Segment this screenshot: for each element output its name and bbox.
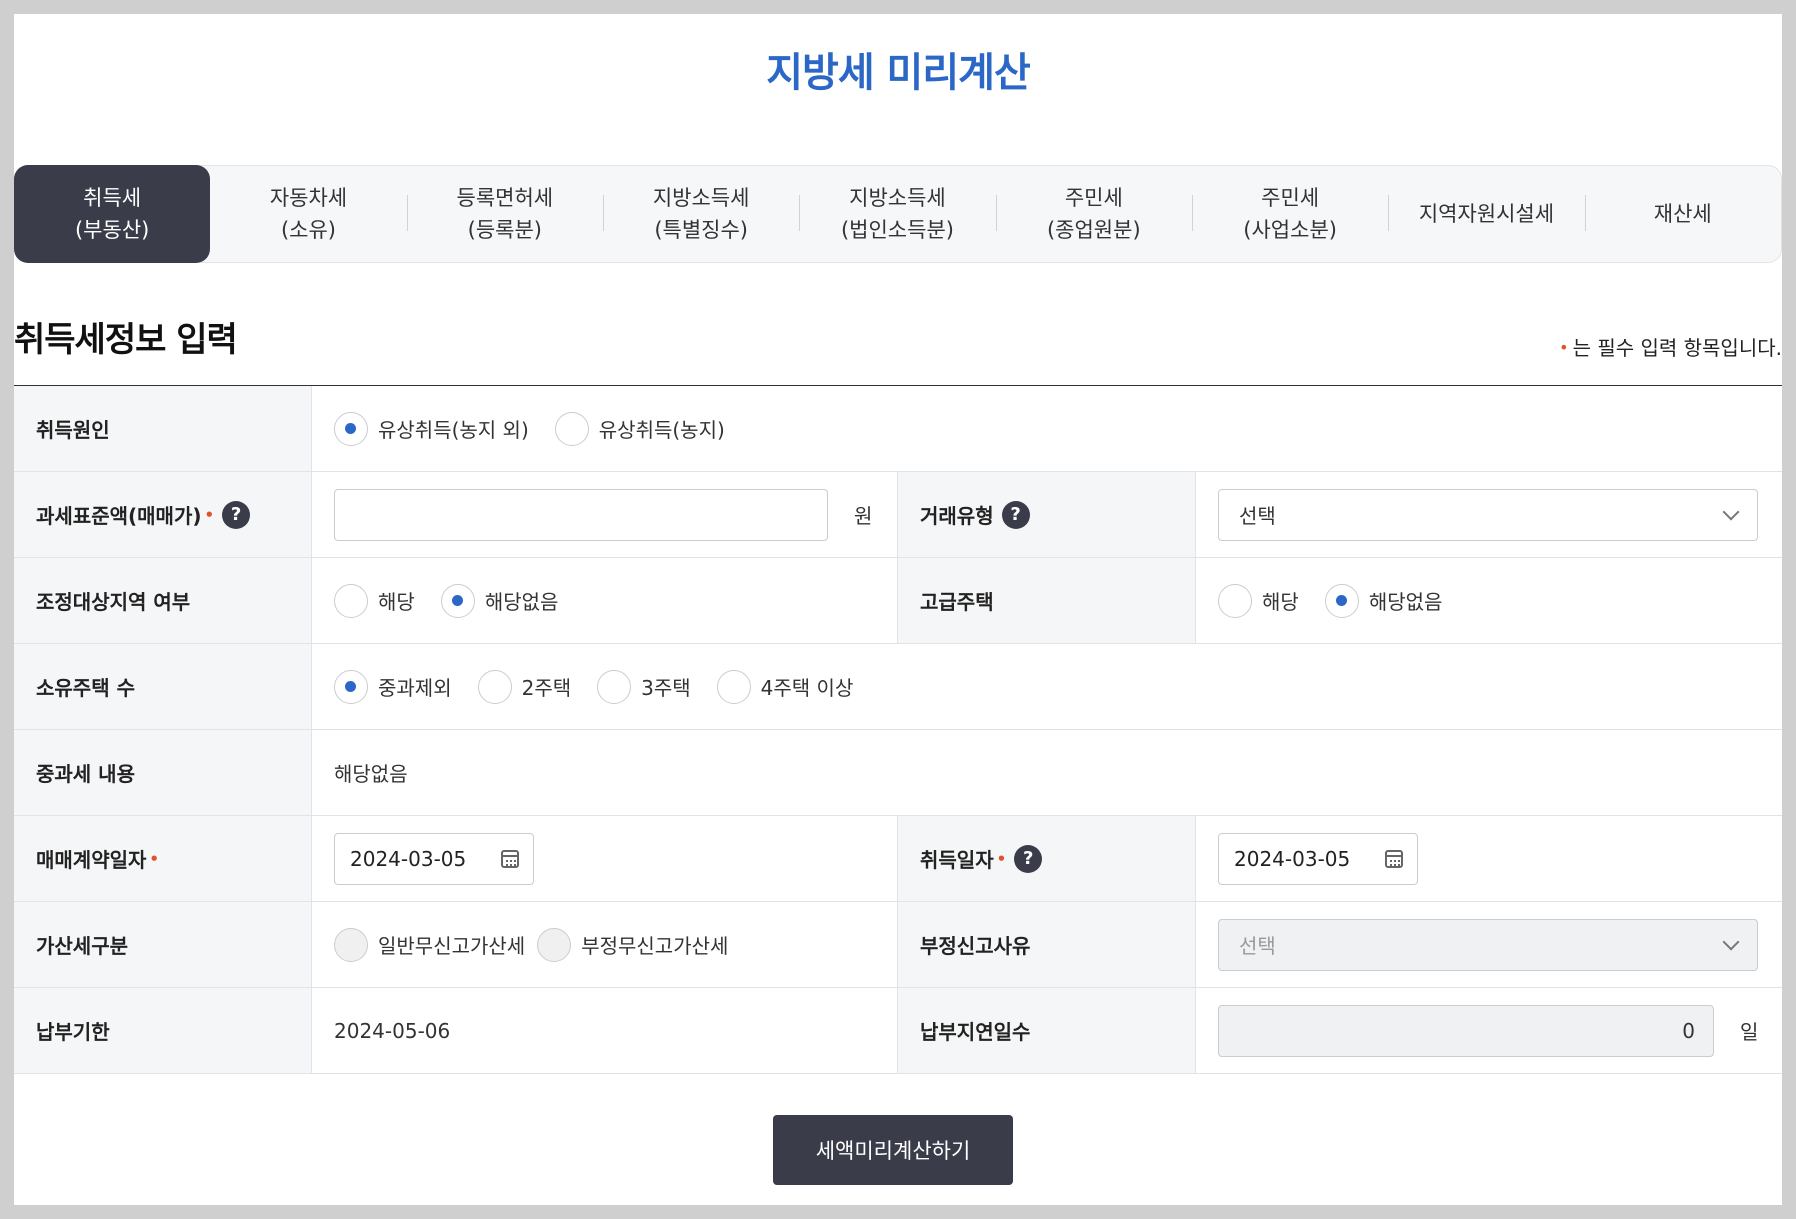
radio-circle: [334, 583, 368, 618]
radio-circle: [554, 411, 589, 446]
field-label: 조정대상지역 여부: [14, 558, 312, 643]
tab-resident-tax-business[interactable]: 주민세 (사업소분): [1191, 166, 1388, 262]
field-label: 취득원인: [14, 386, 312, 471]
form-row: 소유주택 수 중과제외 2주택 3주택 4주택 이상: [14, 644, 1782, 730]
field-label: 납부기한: [14, 988, 312, 1073]
heavy-tax-value: 해당없음: [334, 762, 408, 786]
radio-house-3[interactable]: 3주택: [597, 669, 691, 704]
form-row: 중과세 내용 해당없음: [14, 730, 1782, 816]
field-label: 고급주택: [898, 558, 1196, 643]
chevron-down-icon: [1722, 503, 1740, 520]
delay-days-input[interactable]: 0: [1218, 1004, 1714, 1057]
delay-days-cell: 0 일: [1196, 988, 1782, 1073]
field-label: 납부지연일수: [898, 988, 1196, 1073]
tab-local-income-tax-corporate[interactable]: 지방소득세 (법인소득분): [799, 166, 995, 262]
tab-acquisition-tax[interactable]: 취득세 (부동산): [14, 165, 211, 263]
tab-registration-license-tax[interactable]: 등록면허세 (등록분): [406, 166, 603, 262]
form-row: 납부기한 2024-05-06 납부지연일수 0 일: [14, 988, 1782, 1074]
field-label: 취득일자 •?: [898, 816, 1196, 901]
radio-circle: [477, 669, 512, 704]
radio-adjust-area-yes[interactable]: 해당: [334, 583, 415, 618]
field-label: 소유주택 수: [14, 644, 312, 729]
form-row: 조정대상지역 여부 해당 해당없음 고급주택 해당 해당없음: [14, 558, 1782, 644]
tax-base-cell: 원: [312, 472, 898, 557]
required-dot: •: [996, 849, 1007, 868]
help-icon[interactable]: ?: [222, 500, 251, 529]
radio-fraud-penalty[interactable]: 부정무신고가산세: [537, 927, 728, 962]
fraud-reason-select[interactable]: 선택: [1218, 918, 1758, 971]
radio-circle: [440, 583, 475, 618]
calendar-icon[interactable]: [1385, 849, 1403, 868]
house-count-options: 중과제외 2주택 3주택 4주택 이상: [312, 644, 1782, 729]
tab-vehicle-tax[interactable]: 자동차세 (소유): [210, 166, 406, 262]
field-label: 과세표준액(매매가) •?: [14, 472, 312, 557]
radio-circle: [1324, 583, 1359, 618]
form-row: 취득원인 유상취득(농지 외) 유상취득(농지): [14, 386, 1782, 472]
acq-date-input[interactable]: 2024-03-05: [1218, 832, 1418, 885]
field-label: 매매계약일자 •: [14, 816, 312, 901]
penalty-type-options: 일반무신고가산세 부정무신고가산세: [312, 902, 898, 987]
unit-label: 일: [1740, 1020, 1759, 1044]
radio-paid-acq-farm[interactable]: 유상취득(농지): [554, 411, 725, 446]
radio-house-4plus[interactable]: 4주택 이상: [716, 669, 853, 704]
radio-general-penalty[interactable]: 일반무신고가산세: [334, 927, 525, 962]
radio-circle: [334, 927, 368, 962]
radio-house-2[interactable]: 2주택: [477, 669, 571, 704]
calendar-icon[interactable]: [501, 849, 519, 868]
radio-circle: [1218, 583, 1252, 618]
tax-base-input[interactable]: [334, 488, 828, 541]
page-title: 지방세 미리계산: [766, 50, 1031, 96]
page: 지방세 미리계산 취득세 (부동산) 자동차세 (소유) 등록면허세 (등록분) 지방…: [14, 14, 1782, 1205]
radio-house-exempt[interactable]: 중과제외: [334, 669, 452, 704]
deal-type-select[interactable]: 선택: [1218, 488, 1758, 541]
section-title: 취득세정보 입력: [14, 320, 238, 360]
radio-circle: [334, 669, 368, 704]
radio-luxury-yes[interactable]: 해당: [1218, 583, 1299, 618]
acq-date-cell: 2024-03-05: [1196, 816, 1782, 901]
form-row: 가산세구분 일반무신고가산세 부정무신고가산세 부정신고사유 선택: [14, 902, 1782, 988]
radio-luxury-no[interactable]: 해당없음: [1324, 583, 1442, 618]
radio-adjust-area-no[interactable]: 해당없음: [440, 583, 558, 618]
radio-circle: [716, 669, 751, 704]
radio-circle: [537, 927, 572, 962]
tab-resident-tax-employee[interactable]: 주민세 (종업원분): [995, 166, 1192, 262]
radio-circle: [334, 411, 368, 446]
tab-local-income-tax-withholding[interactable]: 지방소득세 (특별징수): [602, 166, 799, 262]
unit-label: 원: [854, 504, 873, 528]
help-icon[interactable]: ?: [1001, 500, 1030, 529]
due-date-value: 2024-05-06: [312, 988, 898, 1073]
calculate-tax-button[interactable]: 세액미리계산하기: [773, 1115, 1013, 1185]
field-label: 가산세구분: [14, 902, 312, 987]
radio-paid-acq-nonfarm[interactable]: 유상취득(농지 외): [334, 411, 529, 446]
contract-date-cell: 2024-03-05: [312, 816, 898, 901]
help-icon[interactable]: ?: [1014, 844, 1043, 873]
contract-date-input[interactable]: 2024-03-05: [334, 832, 534, 885]
required-note: • 는 필수 입력 항목입니다.: [1559, 336, 1782, 360]
field-label: 거래유형?: [898, 472, 1196, 557]
tab-regional-resource-facility-tax[interactable]: 지역자원시설세: [1388, 166, 1584, 262]
required-dot: •: [149, 849, 159, 868]
form-row: 과세표준액(매매가) •? 원 거래유형? 선택: [14, 472, 1782, 558]
acq-cause-options: 유상취득(농지 외) 유상취득(농지): [312, 386, 1782, 471]
field-label: 중과세 내용: [14, 730, 312, 815]
chevron-down-icon: [1722, 933, 1740, 950]
fraud-reason-cell: 선택: [1196, 902, 1782, 987]
luxury-house-options: 해당 해당없음: [1196, 558, 1782, 643]
radio-circle: [597, 669, 632, 704]
acquisition-tax-form: 취득원인 유상취득(농지 외) 유상취득(농지) 과세표준액(매매가) •? 원 …: [14, 385, 1782, 1074]
field-label: 부정신고사유: [898, 902, 1196, 987]
tab-property-tax[interactable]: 재산세: [1584, 166, 1781, 262]
deal-type-cell: 선택: [1196, 472, 1782, 557]
tax-type-tabs: 취득세 (부동산) 자동차세 (소유) 등록면허세 (등록분) 지방소득세 (특별징수)…: [14, 165, 1782, 263]
required-dot: •: [204, 505, 215, 524]
adjust-area-options: 해당 해당없음: [312, 558, 898, 643]
form-row: 매매계약일자 • 2024-03-05 취득일자 •? 2024-03-05: [14, 816, 1782, 902]
required-dot: •: [1559, 338, 1569, 357]
